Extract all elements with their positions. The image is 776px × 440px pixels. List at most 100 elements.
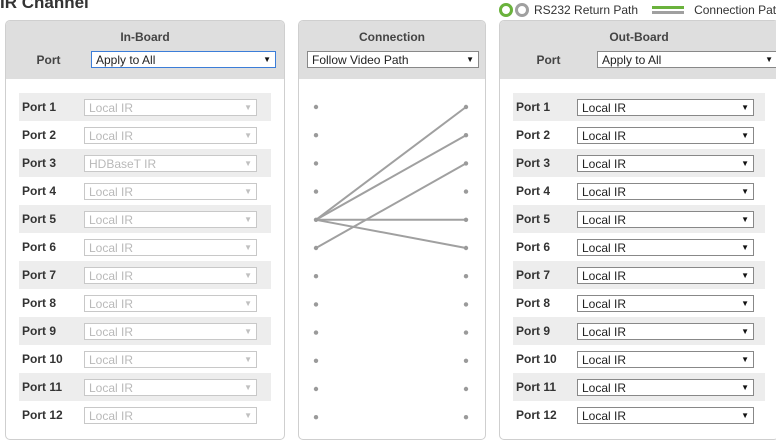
inboard-port-label: Port 5 <box>22 212 57 226</box>
inboard-port-select: HDBaseT IR ▼ <box>84 154 257 172</box>
outboard-port-select[interactable]: Local IR ▼ <box>577 154 754 172</box>
outboard-port-label: Port 12 <box>516 408 557 422</box>
out-port-node[interactable] <box>463 415 469 420</box>
inboard-port-label: Port 8 <box>22 296 57 310</box>
chevron-down-icon: ▼ <box>741 158 749 168</box>
out-port-node[interactable] <box>463 274 469 279</box>
inboard-port-label: Port 6 <box>22 240 57 254</box>
outboard-port-select[interactable]: Local IR ▼ <box>577 294 754 312</box>
chevron-down-icon: ▼ <box>741 354 749 364</box>
inboard-port-row: Port 9 Local IR ▼ <box>19 317 271 345</box>
chevron-down-icon: ▼ <box>263 55 271 64</box>
in-port-node[interactable] <box>313 358 319 363</box>
legend-rs232-label: RS232 Return Path <box>534 3 639 17</box>
chevron-down-icon: ▼ <box>244 298 252 308</box>
outboard-port-row: Port 8 Local IR ▼ <box>513 289 765 317</box>
outboard-port-select[interactable]: Local IR ▼ <box>577 126 754 144</box>
out-port-node[interactable] <box>463 217 469 222</box>
outboard-port-select[interactable]: Local IR ▼ <box>577 378 754 396</box>
outboard-port-label: Port <box>536 52 561 67</box>
inboard-port-value: Local IR <box>89 324 134 339</box>
chevron-down-icon: ▼ <box>741 382 749 392</box>
outboard-panel: Out-Board Port Apply to All ▼ Port 1 Loca… <box>499 20 776 440</box>
legend-connection-label: Connection Path <box>694 3 776 17</box>
chevron-down-icon: ▼ <box>244 326 252 336</box>
inboard-port-row: Port 4 Local IR ▼ <box>19 177 271 205</box>
inboard-apply-all-value: Apply to All <box>96 53 156 67</box>
outboard-port-value: Local IR <box>582 380 627 395</box>
connection-path-line <box>315 162 467 249</box>
inboard-port-label: Port 7 <box>22 268 57 282</box>
inboard-port-select: Local IR ▼ <box>84 378 257 396</box>
outboard-port-select[interactable]: Local IR ▼ <box>577 350 754 368</box>
inboard-port-row: Port 11 Local IR ▼ <box>19 373 271 401</box>
outboard-port-label: Port 1 <box>516 100 551 114</box>
outboard-port-select[interactable]: Local IR ▼ <box>577 322 754 340</box>
outboard-title: Out-Board <box>609 30 669 44</box>
rs232-green-ring-icon <box>499 3 513 17</box>
in-port-node[interactable] <box>313 330 319 335</box>
chevron-down-icon: ▼ <box>244 382 252 392</box>
inboard-port-value: Local IR <box>89 296 134 311</box>
inboard-port-row: Port 12 Local IR ▼ <box>19 401 271 429</box>
out-port-node[interactable] <box>463 358 469 363</box>
inboard-port-row: Port 10 Local IR ▼ <box>19 345 271 373</box>
outboard-port-row: Port 2 Local IR ▼ <box>513 121 765 149</box>
in-port-node[interactable] <box>313 415 319 420</box>
connection-path-line <box>315 218 467 249</box>
inboard-port-label: Port 9 <box>22 324 57 338</box>
inboard-apply-all-select[interactable]: Apply to All ▼ <box>91 51 276 68</box>
in-port-node[interactable] <box>313 104 319 110</box>
inboard-port-select: Local IR ▼ <box>84 322 257 340</box>
chevron-down-icon: ▼ <box>741 186 749 196</box>
out-port-node[interactable] <box>463 133 469 138</box>
inboard-port-select: Local IR ▼ <box>84 294 257 312</box>
outboard-port-label: Port 5 <box>516 212 551 226</box>
inboard-port-select: Local IR ▼ <box>84 406 257 424</box>
outboard-port-select[interactable]: Local IR ▼ <box>577 98 754 116</box>
in-port-node[interactable] <box>313 386 319 392</box>
in-port-node[interactable] <box>313 274 319 279</box>
inboard-port-value: Local IR <box>89 268 134 283</box>
chevron-down-icon: ▼ <box>741 270 749 280</box>
out-port-node[interactable] <box>463 302 469 307</box>
outboard-port-value: Local IR <box>582 240 627 255</box>
out-port-node[interactable] <box>463 245 469 251</box>
out-port-node[interactable] <box>463 189 469 194</box>
chevron-down-icon: ▼ <box>244 214 252 224</box>
outboard-port-value: Local IR <box>582 352 627 367</box>
outboard-port-row: Port 11 Local IR ▼ <box>513 373 765 401</box>
outboard-port-value: Local IR <box>582 268 627 283</box>
page-title: IR Channel <box>0 0 89 12</box>
inboard-port-label: Port 4 <box>22 184 57 198</box>
in-port-node[interactable] <box>313 133 319 138</box>
connection-path-swatch-icon <box>652 6 685 14</box>
in-port-node[interactable] <box>313 302 319 307</box>
connection-path-line <box>315 106 467 221</box>
chevron-down-icon: ▼ <box>244 270 252 280</box>
outboard-port-label: Port 8 <box>516 296 551 310</box>
inboard-port-row: Port 3 HDBaseT IR ▼ <box>19 149 271 177</box>
in-port-node[interactable] <box>313 245 319 251</box>
outboard-port-select[interactable]: Local IR ▼ <box>577 406 754 424</box>
chevron-down-icon: ▼ <box>244 354 252 364</box>
connection-diagram <box>313 104 469 420</box>
in-port-node[interactable] <box>313 161 319 166</box>
outboard-port-select[interactable]: Local IR ▼ <box>577 238 754 256</box>
outboard-port-select[interactable]: Local IR ▼ <box>577 210 754 228</box>
out-port-node[interactable] <box>463 104 469 110</box>
chevron-down-icon: ▼ <box>244 130 252 140</box>
out-port-node[interactable] <box>463 161 469 166</box>
outboard-port-value: Local IR <box>582 296 627 311</box>
inboard-port-label: Port 1 <box>22 100 57 114</box>
outboard-port-label: Port 6 <box>516 240 551 254</box>
out-port-node[interactable] <box>463 386 469 392</box>
inboard-port-select: Local IR ▼ <box>84 238 257 256</box>
outboard-port-select[interactable]: Local IR ▼ <box>577 266 754 284</box>
in-port-node[interactable] <box>313 189 319 194</box>
outboard-apply-all-select[interactable]: Apply to All ▼ <box>596 51 776 68</box>
outboard-port-value: Local IR <box>582 100 627 115</box>
out-port-node[interactable] <box>463 330 469 335</box>
outboard-port-select[interactable]: Local IR ▼ <box>577 182 754 200</box>
in-port-node[interactable] <box>313 217 319 222</box>
